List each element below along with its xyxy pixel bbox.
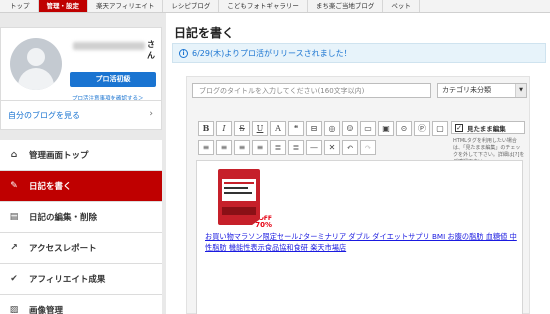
toolbar-row: ≡ ≡ ≡ ≡ ≣ ≣ — ✕ ↶ ↷	[198, 140, 450, 156]
tab-local-blog[interactable]: まち楽ご当地ブログ	[308, 0, 384, 12]
table-button[interactable]: ⊟	[306, 121, 322, 136]
raw-edit-checkbox[interactable]: ✓ 見たまま編集	[451, 121, 525, 134]
info-icon: i	[179, 48, 188, 58]
document-icon: ▤	[9, 212, 19, 222]
insert-box-button[interactable]: ▭	[360, 121, 376, 136]
tab-recipe-blog[interactable]: レシピブログ	[163, 0, 220, 12]
category-select[interactable]: カテゴリ未分類 ▼	[437, 83, 527, 98]
editor-toolbar: B I S U A ❝ ⊟ ◎ ☺ ▭ ▣ ⊙ Ⓟ ▢ ≡ ≡ ≡ ≡ ≣ ≣ …	[198, 121, 450, 159]
editor-content-area[interactable]: OFF 70% お買い物マラソン限定セール♪ターミナリア ダブル ダイエットサプ…	[196, 160, 523, 314]
instagram-button[interactable]: ⊙	[396, 121, 412, 136]
view-my-blog-label: 自分のブログを見る	[8, 111, 80, 120]
sidebar-item-label: アフィリエイト成果	[29, 275, 106, 285]
package-band	[222, 207, 256, 215]
username-suffix: さん	[147, 40, 155, 60]
release-notice[interactable]: i 6/29(木)よりプロ活がリリースされました！	[172, 43, 546, 63]
tab-top[interactable]: トップ	[2, 0, 39, 12]
product-image[interactable]: OFF 70%	[214, 169, 274, 231]
toolbar-row: B I S U A ❝ ⊟ ◎ ☺ ▭ ▣ ⊙ Ⓟ ▢	[198, 121, 450, 137]
product-package	[218, 169, 260, 225]
sidebar-item-edit[interactable]: ▤ 日記の編集・削除	[0, 202, 162, 233]
top-navigation: トップ 管理・設定 楽天アフィリエイト レシピブログ こどもフォトギャラリー ま…	[0, 0, 550, 13]
view-my-blog-link[interactable]: 自分のブログを見る ›	[0, 100, 162, 130]
trend-icon: ↗	[10, 243, 18, 253]
sidebar-item-affiliate[interactable]: ✔ アフィリエイト成果	[0, 264, 162, 295]
font-size-button[interactable]: A	[270, 121, 286, 136]
package-text-line	[224, 182, 254, 184]
raw-edit-label: 見たまま編集	[467, 124, 506, 133]
product-link[interactable]: お買い物マラソン限定セール♪ターミナリア ダブル ダイエットサプリ BMI お腹…	[205, 231, 517, 253]
sidebar-item-write[interactable]: ✎ 日記を書く	[0, 171, 162, 202]
tab-pet[interactable]: ペット	[383, 0, 420, 12]
horizontal-rule-button[interactable]: —	[306, 140, 322, 155]
package-text-line	[224, 192, 252, 194]
image-icon: ▨	[9, 305, 19, 314]
link-button[interactable]: ◎	[324, 121, 340, 136]
indent-button[interactable]: ≡	[252, 140, 268, 155]
align-center-button[interactable]: ≡	[216, 140, 232, 155]
username-blurred	[73, 42, 145, 50]
numbered-list-button[interactable]: ≣	[288, 140, 304, 155]
blog-title-input[interactable]	[192, 83, 431, 98]
tab-affiliate[interactable]: 楽天アフィリエイト	[88, 0, 164, 12]
align-left-button[interactable]: ≡	[198, 140, 214, 155]
discount-percent-text: 70%	[255, 221, 272, 229]
align-right-button[interactable]: ≡	[234, 140, 250, 155]
editor-panel: カテゴリ未分類 ▼ B I S U A ❝ ⊟ ◎ ☺ ▭ ▣ ⊙ Ⓟ ▢ ≡	[186, 76, 530, 314]
quote-button[interactable]: ❝	[288, 121, 304, 136]
image-button[interactable]: ▣	[378, 121, 394, 136]
chevron-down-icon: ▼	[515, 84, 526, 97]
tab-kids-photo[interactable]: こどもフォトギャラリー	[219, 0, 308, 12]
avatar-head-shape	[27, 48, 45, 66]
frame-button[interactable]: ▢	[432, 121, 448, 136]
sidebar-item-label: 管理画面トップ	[29, 151, 89, 161]
page-title: 日記を書く	[174, 26, 235, 40]
emoji-button[interactable]: ☺	[342, 121, 358, 136]
main-content: 日記を書く i 6/29(木)よりプロ活がリリースされました！ カテゴリ未分類 …	[166, 13, 550, 314]
sidebar-item-label: 日記の編集・削除	[29, 213, 98, 223]
avatar[interactable]	[10, 38, 62, 90]
pencil-icon: ✎	[10, 181, 18, 191]
sidebar-item-label: 日記を書く	[29, 182, 72, 192]
strikethrough-button[interactable]: S	[234, 121, 250, 136]
avatar-body-shape	[18, 68, 54, 90]
underline-button[interactable]: U	[252, 121, 268, 136]
sidebar-menu: ⌂ 管理画面トップ ✎ 日記を書く ▤ 日記の編集・削除 ↗ アクセスレポート …	[0, 140, 162, 314]
sidebar-item-images[interactable]: ▨ 画像管理	[0, 295, 162, 314]
redo-button[interactable]: ↷	[360, 140, 376, 155]
category-value: カテゴリ未分類	[442, 86, 491, 94]
sidebar-item-label: 画像管理	[29, 306, 64, 314]
wrench-icon: ✔	[10, 274, 18, 284]
pro-level-button[interactable]: プロ活初級	[70, 72, 156, 87]
profile-card: さん プロ活初級 プロ活注意事項を確認する＞	[0, 27, 162, 107]
bullet-list-button[interactable]: ≣	[270, 140, 286, 155]
package-text-line	[224, 187, 248, 189]
sidebar: さん プロ活初級 プロ活注意事項を確認する＞ 自分のブログを見る › ⌂ 管理画…	[0, 13, 162, 314]
home-icon: ⌂	[10, 150, 18, 160]
pinterest-button[interactable]: Ⓟ	[414, 121, 430, 136]
notice-text: 6/29(木)よりプロ活がリリースされました！	[192, 48, 352, 58]
italic-button[interactable]: I	[216, 121, 232, 136]
sidebar-item-label: アクセスレポート	[29, 244, 97, 254]
chevron-right-icon: ›	[149, 109, 153, 119]
checkmark-icon: ✓	[455, 123, 463, 132]
clear-format-button[interactable]: ✕	[324, 140, 340, 155]
bold-button[interactable]: B	[198, 121, 214, 136]
undo-button[interactable]: ↶	[342, 140, 358, 155]
sidebar-item-dashboard[interactable]: ⌂ 管理画面トップ	[0, 140, 162, 171]
sidebar-item-access[interactable]: ↗ アクセスレポート	[0, 233, 162, 264]
tab-settings[interactable]: 管理・設定	[38, 0, 88, 12]
